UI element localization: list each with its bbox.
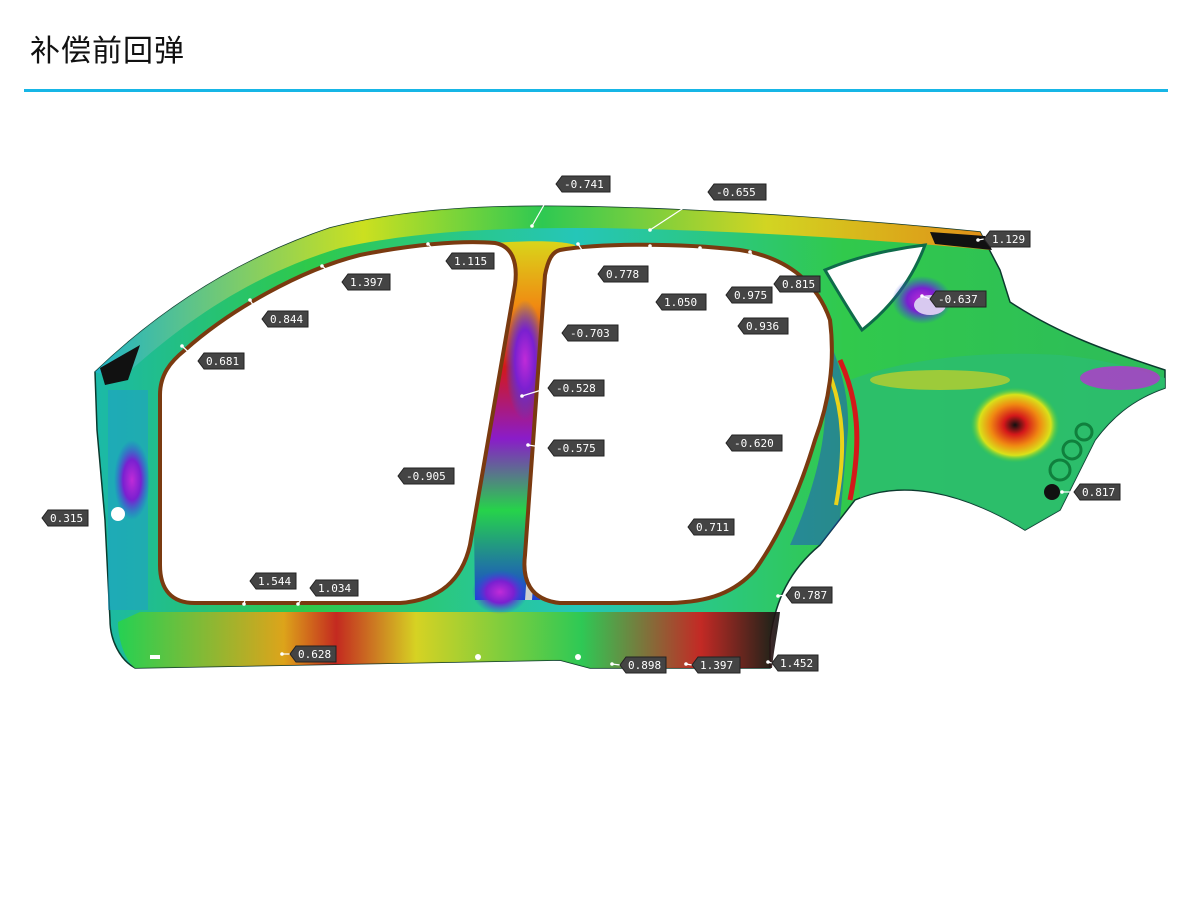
deviation-value-label: 0.936 [746,320,779,333]
deviation-value-label: 1.397 [700,659,733,672]
deviation-value-label: -0.528 [556,382,596,395]
deviation-value-label: 0.315 [50,512,83,525]
callout-anchor-point [526,443,530,447]
callout-anchor-point [280,652,284,656]
deviation-value-label: 1.050 [664,296,697,309]
deviation-value-label: -0.655 [716,186,756,199]
callout-anchor-point [610,662,614,666]
deviation-value-label: 1.544 [258,575,291,588]
deviation-value-label: 1.397 [350,276,383,289]
callout-anchor-point [748,250,752,254]
callout-anchor-point [648,228,652,232]
callout-anchor-point [766,660,770,664]
callout-anchor-point [808,316,812,320]
deviation-value-label: -0.905 [406,470,446,483]
callout-anchor-point [793,456,797,460]
callout-anchor-point [520,394,524,398]
callout-anchor-point [758,538,762,542]
deviation-value-label: 1.034 [318,582,351,595]
deviation-value-label: -0.575 [556,442,596,455]
deviation-value-label: 0.711 [696,521,729,534]
callout-anchor-point [976,238,980,242]
callout-anchor-point [576,242,580,246]
deviation-value-label: -0.637 [938,293,978,306]
deviation-value-label: 1.115 [454,255,487,268]
deviation-value-label: 0.898 [628,659,661,672]
deviation-callout: 1.452 [766,654,819,672]
deviation-value-label: 0.681 [206,355,239,368]
callout-anchor-point [320,264,324,268]
deviation-value-label: -0.741 [564,178,604,191]
callout-anchor-point [248,298,252,302]
deviation-value-label: 1.129 [992,233,1025,246]
callout-anchor-point [546,338,550,342]
callout-anchor-point [96,516,100,520]
deviation-value-label: 0.817 [1082,486,1115,499]
callout-anchor-point [426,242,430,246]
callout-anchor-point [648,244,652,248]
callout-anchor-point [296,602,300,606]
callout-anchor-point [458,484,462,488]
callout-anchor-point [530,224,534,228]
deviation-value-label: 0.778 [606,268,639,281]
deviation-value-label: 0.787 [794,589,827,602]
callout-anchor-point [920,294,924,298]
deviation-value-label: -0.620 [734,437,774,450]
callout-anchor-point [242,602,246,606]
deviation-value-label: -0.703 [570,327,610,340]
callout-anchor-point [684,662,688,666]
deviation-value-label: 1.452 [780,657,813,670]
deviation-value-label: 0.815 [782,278,815,291]
springback-deviation-map: -0.741 -0.655 1.129 1.115 1.397 0.778 1.050 0.9… [41,175,1166,674]
callout-anchor-point [776,594,780,598]
deviation-value-label: 0.844 [270,313,303,326]
deviation-callout: 0.315 [41,509,100,527]
deviation-value-label: 0.628 [298,648,331,661]
callout-anchor-point [698,246,702,250]
deviation-value-label: 0.975 [734,289,767,302]
callout-anchor-point [180,344,184,348]
callout-anchor-point [1060,490,1064,494]
